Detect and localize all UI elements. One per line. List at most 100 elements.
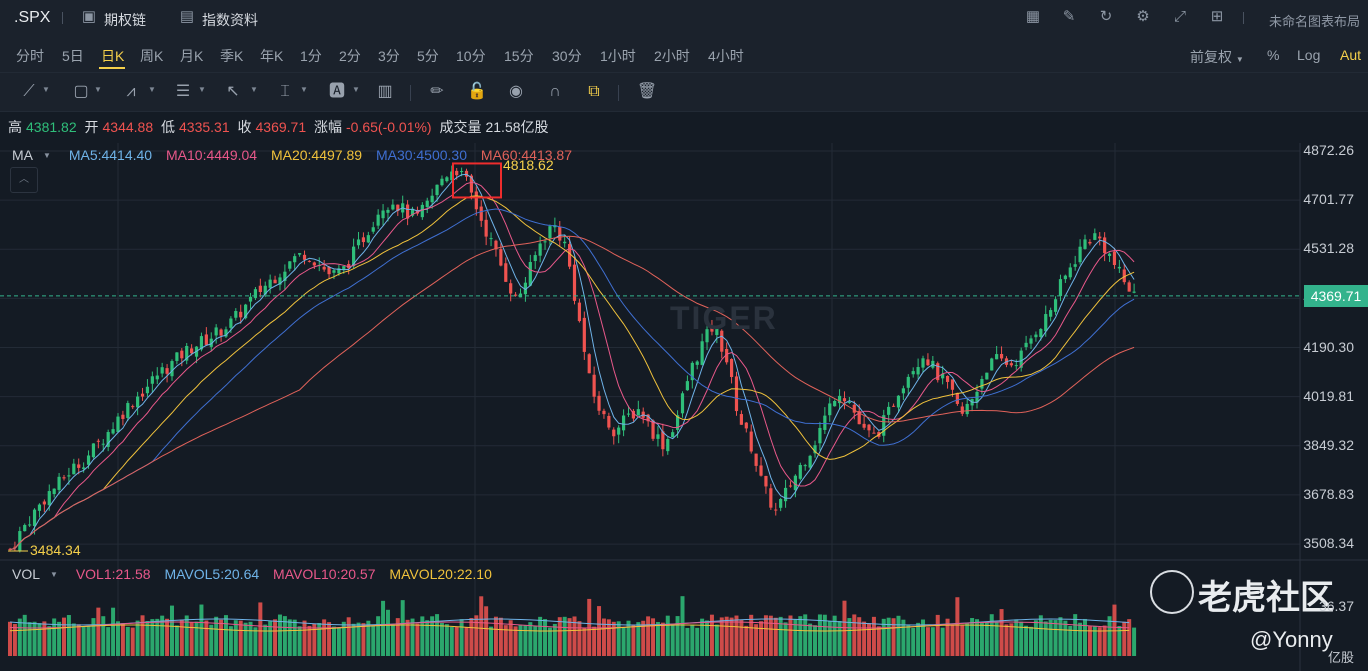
volume-bar xyxy=(155,618,160,656)
volume-bar xyxy=(356,622,361,656)
candle-body xyxy=(116,416,120,433)
candle-body xyxy=(1053,299,1058,312)
candle-body xyxy=(985,372,989,380)
volume-bar xyxy=(214,616,219,656)
candle-body xyxy=(695,361,699,365)
candle-body xyxy=(847,401,851,403)
volume-bar xyxy=(646,616,651,656)
volume-bar xyxy=(700,618,705,656)
candle-body xyxy=(23,524,27,532)
volume-bar xyxy=(71,623,76,656)
candle-body xyxy=(734,376,739,412)
ma60-line xyxy=(9,235,1135,550)
volume-bar xyxy=(1102,625,1107,656)
volume-bar xyxy=(852,614,857,656)
volume-bar xyxy=(435,614,440,656)
candle-body xyxy=(366,235,370,243)
volume-bar xyxy=(744,625,749,656)
candle-body xyxy=(253,289,258,298)
candle-body xyxy=(293,256,297,263)
candle-body xyxy=(774,509,778,511)
volume-bar xyxy=(523,624,528,656)
volume-bar xyxy=(660,622,665,656)
volume-bar xyxy=(754,624,759,656)
candle-body xyxy=(1024,342,1028,348)
volume-bar xyxy=(111,607,116,656)
candle-body xyxy=(764,475,768,487)
volume-bar xyxy=(552,623,557,656)
candle-body xyxy=(234,311,238,318)
volume-bar xyxy=(989,614,994,656)
candle-body xyxy=(612,429,616,437)
volume-bar xyxy=(1048,619,1053,656)
candle-body xyxy=(460,171,464,173)
candle-body xyxy=(808,455,812,468)
candle-body xyxy=(322,266,326,270)
volume-bar xyxy=(22,614,27,656)
high-annotation: 4818.62 xyxy=(503,157,554,174)
candle-body xyxy=(656,434,660,439)
ma-label[interactable]: MA xyxy=(12,147,33,163)
candle-body xyxy=(499,249,503,266)
y-tick-label: 4531.28 xyxy=(1303,240,1354,257)
vol-label[interactable]: VOL xyxy=(12,566,40,582)
candle-body xyxy=(381,210,385,219)
candle-body xyxy=(28,524,32,526)
volume-bar xyxy=(567,618,572,656)
candle-body xyxy=(509,283,513,294)
chevron-down-icon[interactable]: ▼ xyxy=(43,151,51,160)
candle-body xyxy=(1063,275,1067,280)
collapse-button[interactable]: ︿ xyxy=(10,167,38,193)
y-tick-label: 4190.30 xyxy=(1303,338,1354,355)
candle-body xyxy=(126,403,130,418)
current-price-tag: 4369.71 xyxy=(1304,284,1368,307)
candle-body xyxy=(823,415,827,430)
candle-body xyxy=(302,254,307,260)
volume-bar xyxy=(950,625,955,656)
candle-body xyxy=(111,429,115,434)
volume-bar xyxy=(474,615,479,656)
candle-body xyxy=(901,388,905,394)
volume-bar xyxy=(1132,627,1137,656)
candle-body xyxy=(445,177,449,182)
candle-body xyxy=(567,244,572,267)
chevron-down-icon[interactable]: ▼ xyxy=(50,570,58,579)
candle-body xyxy=(332,270,336,273)
tiger-watermark: TIGER xyxy=(670,300,778,336)
volume-bar xyxy=(302,620,307,656)
candle-body xyxy=(995,354,999,360)
user-watermark: @Yonny xyxy=(1250,627,1333,652)
volume-bar xyxy=(258,602,263,656)
candle-body xyxy=(175,352,179,361)
volume-bar xyxy=(209,624,214,656)
volume-bar xyxy=(140,615,145,656)
candle-body xyxy=(661,431,665,450)
volume-bar xyxy=(61,617,66,656)
volume-bar xyxy=(371,624,376,656)
candle-body xyxy=(563,241,567,244)
candle-body xyxy=(258,285,262,292)
volume-bar xyxy=(376,616,381,656)
volume-bar xyxy=(263,624,268,656)
candle-body xyxy=(955,392,959,404)
volume-bar xyxy=(979,622,984,656)
candle-body xyxy=(57,476,61,490)
volume-bar xyxy=(763,615,768,656)
volume-bar xyxy=(1107,616,1112,656)
candle-body xyxy=(1068,267,1072,278)
candle-body xyxy=(896,395,901,408)
candle-body xyxy=(739,414,743,425)
volume-bar xyxy=(533,625,538,656)
volume-bar xyxy=(130,627,135,656)
candle-body xyxy=(361,237,366,243)
volume-bar xyxy=(528,622,533,656)
candle-body xyxy=(376,214,380,226)
volume-bar xyxy=(194,621,199,656)
volume-bar xyxy=(788,615,793,656)
candle-body xyxy=(62,477,66,479)
vol-axis-label: 36.37 xyxy=(1318,598,1354,614)
volume-bar xyxy=(808,623,813,656)
volume-bar xyxy=(739,619,744,656)
volume-bar xyxy=(179,619,184,656)
volume-bar xyxy=(955,597,960,656)
